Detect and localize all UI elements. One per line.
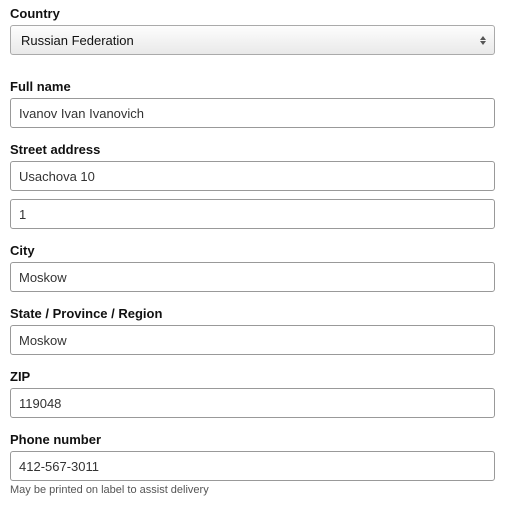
phone-hint: May be printed on label to assist delive…	[10, 484, 495, 496]
state-label: State / Province / Region	[10, 306, 495, 321]
full-name-label: Full name	[10, 79, 495, 94]
country-field-group: Country Russian Federation	[10, 6, 495, 55]
street-line2-input[interactable]	[10, 199, 495, 229]
city-input[interactable]	[10, 262, 495, 292]
state-input[interactable]	[10, 325, 495, 355]
full-name-input[interactable]	[10, 98, 495, 128]
street-label: Street address	[10, 142, 495, 157]
zip-label: ZIP	[10, 369, 495, 384]
phone-input[interactable]	[10, 451, 495, 481]
city-label: City	[10, 243, 495, 258]
zip-input[interactable]	[10, 388, 495, 418]
city-field-group: City	[10, 243, 495, 292]
phone-field-group: Phone number May be printed on label to …	[10, 432, 495, 496]
state-field-group: State / Province / Region	[10, 306, 495, 355]
zip-field-group: ZIP	[10, 369, 495, 418]
full-name-field-group: Full name	[10, 79, 495, 128]
phone-label: Phone number	[10, 432, 495, 447]
sort-icon	[480, 34, 488, 46]
country-select-value: Russian Federation	[21, 33, 472, 48]
street-field-group: Street address	[10, 142, 495, 229]
country-select[interactable]: Russian Federation	[10, 25, 495, 55]
street-line1-input[interactable]	[10, 161, 495, 191]
country-label: Country	[10, 6, 495, 21]
